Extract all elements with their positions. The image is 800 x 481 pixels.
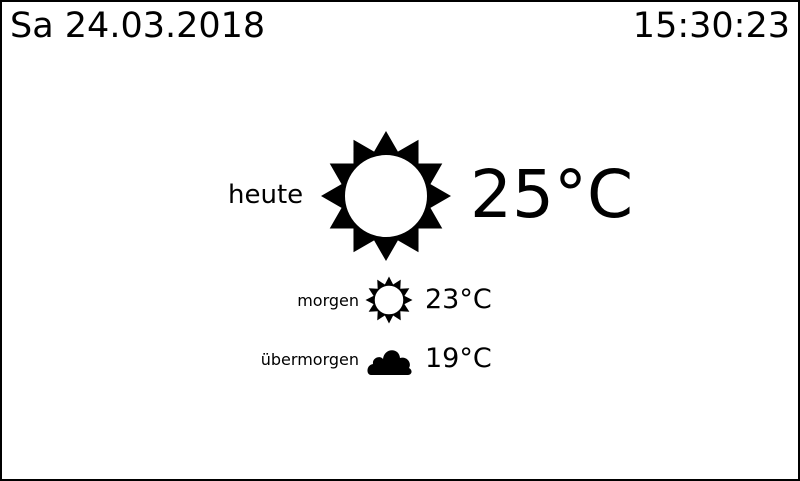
tomorrow-label: morgen <box>297 291 359 310</box>
tomorrow-temperature: 23°C <box>425 284 492 315</box>
day-after-tomorrow-temperature: 19°C <box>425 343 492 374</box>
weather-display: Sa 24.03.2018 15:30:23 heute 25°C morgen… <box>0 0 800 481</box>
cloud-icon <box>365 336 413 384</box>
sun-icon <box>365 276 413 324</box>
sun-icon <box>320 130 452 262</box>
date-display: Sa 24.03.2018 <box>10 6 266 46</box>
day-after-tomorrow-label: übermorgen <box>260 350 359 369</box>
clock-display: 15:30:23 <box>632 6 790 46</box>
today-label: heute <box>228 180 304 210</box>
today-temperature: 25°C <box>470 156 634 233</box>
